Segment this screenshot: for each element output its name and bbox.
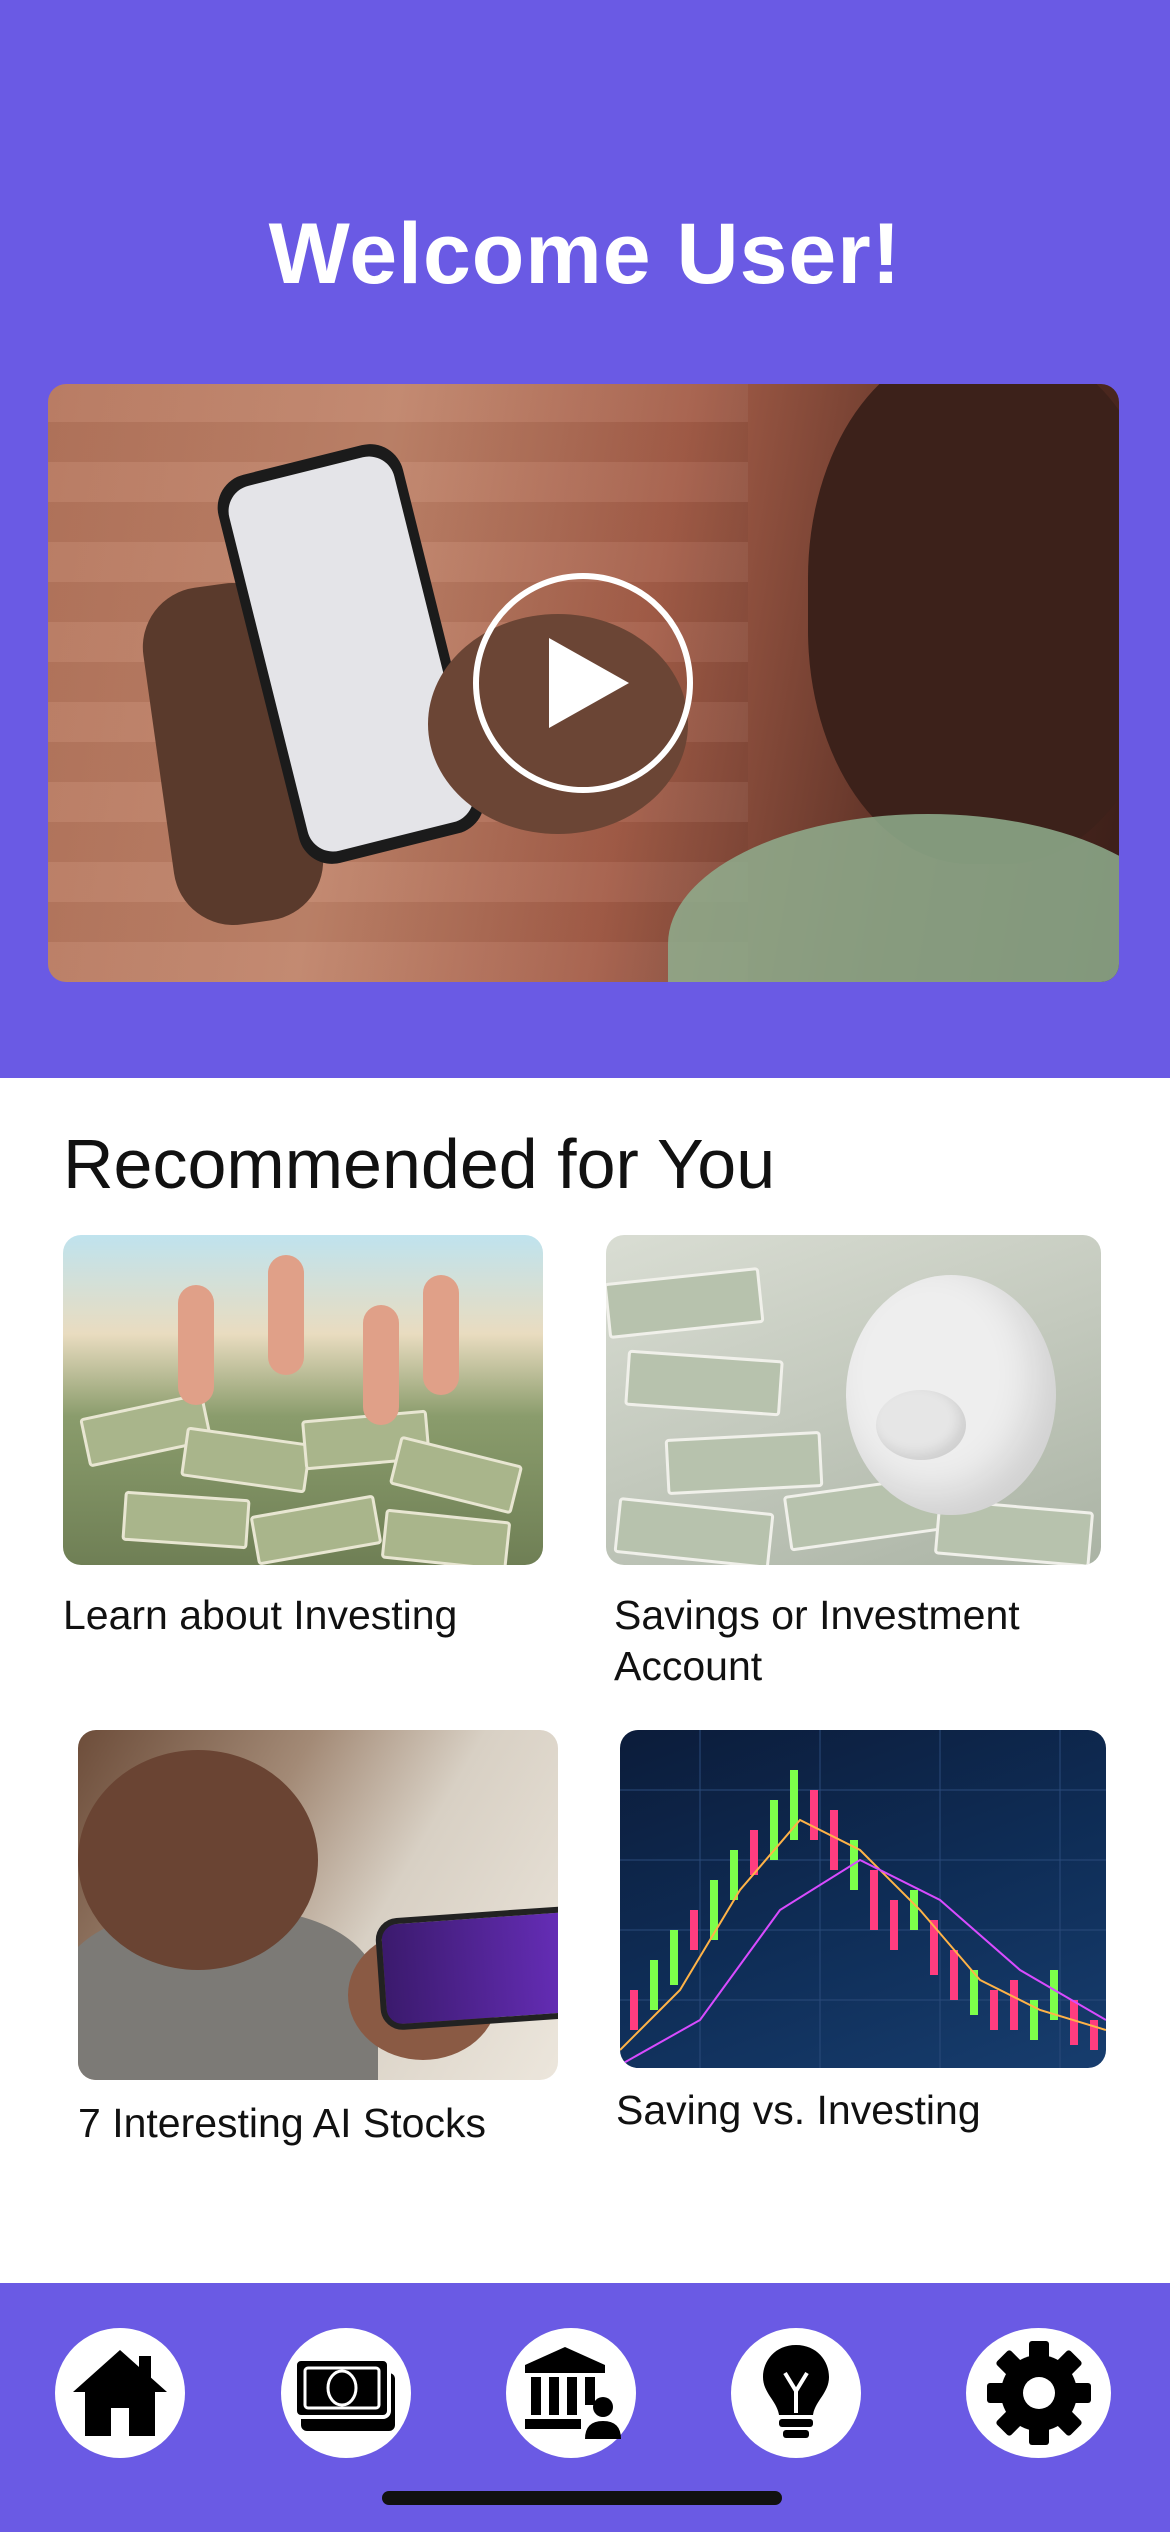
play-icon	[549, 638, 629, 728]
card-label: 7 Interesting AI Stocks	[78, 2100, 486, 2146]
video-person-head	[808, 384, 1119, 864]
recommended-title: Recommended for You	[63, 1125, 776, 1203]
piggy-bank-image	[606, 1235, 1101, 1565]
recommended-card-savings[interactable]: Savings or Investment Account	[606, 1235, 1106, 1695]
thumbs-up-money-image	[63, 1235, 543, 1565]
home-indicator	[382, 2491, 782, 2505]
woman-with-phone-image	[78, 1730, 558, 2080]
play-button[interactable]	[473, 573, 693, 793]
video-player[interactable]	[48, 384, 1119, 982]
bank-icon	[525, 2347, 621, 2439]
welcome-title: Welcome User!	[268, 206, 902, 302]
header: Welcome User!	[0, 0, 1170, 1078]
recommended-card-ai-stocks[interactable]: 7 Interesting AI Stocks	[78, 1730, 558, 2150]
nav-home-button[interactable]	[55, 2328, 185, 2458]
card-label: Savings or Investment Account	[614, 1592, 1020, 1689]
gear-icon	[986, 2341, 1091, 2445]
card-label: Saving vs. Investing	[616, 2087, 981, 2133]
lightbulb-icon	[763, 2345, 829, 2438]
stock-chart-image	[620, 1730, 1106, 2068]
home-icon	[73, 2350, 167, 2436]
nav-money-button[interactable]	[281, 2328, 411, 2458]
nav-settings-button[interactable]	[966, 2328, 1111, 2458]
nav-bank-button[interactable]	[506, 2328, 636, 2458]
recommended-card-investing[interactable]: Learn about Investing	[63, 1235, 543, 1645]
recommended-card-saving-vs-investing[interactable]: Saving vs. Investing	[616, 1730, 1106, 2150]
nav-tips-button[interactable]	[731, 2328, 861, 2458]
money-icon	[293, 2357, 395, 2431]
card-label: Learn about Investing	[63, 1592, 458, 1638]
